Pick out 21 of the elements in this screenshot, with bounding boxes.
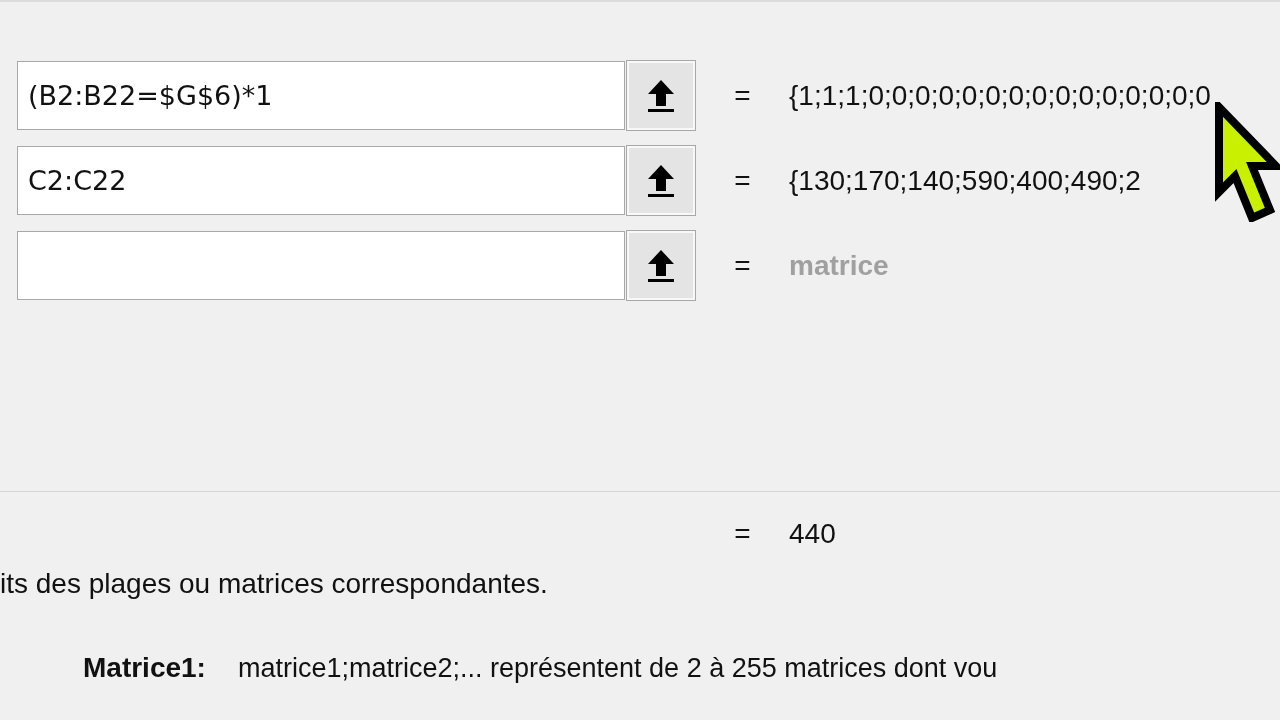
argument-result: {1;1;1;0;0;0;0;0;0;0;0;0;0;0;0;0;0;0	[789, 79, 1211, 112]
formula-result: 440	[789, 518, 836, 550]
up-arrow-icon	[646, 163, 676, 198]
equals-sign: =	[733, 249, 752, 282]
up-arrow-icon	[646, 78, 676, 113]
function-description: its des plages ou matrices correspondantes.	[0, 568, 549, 600]
argument-label: Matrice1:	[83, 652, 206, 684]
argument-field[interactable]	[17, 231, 625, 300]
mouse-pointer-icon	[1214, 102, 1280, 222]
argument-description: matrice1;matrice2;... représentent de 2 à 255 matrices dont vou	[237, 653, 998, 684]
equals-sign: =	[733, 164, 752, 197]
collapse-dialog-button[interactable]	[626, 230, 696, 301]
argument-result: matrice	[789, 249, 889, 282]
collapse-dialog-button[interactable]	[626, 60, 696, 131]
argument-result: {130;170;140;590;400;490;2	[789, 164, 1141, 197]
argument-field[interactable]: C2:C22	[17, 146, 625, 215]
collapse-dialog-button[interactable]	[626, 145, 696, 216]
argument-field[interactable]: (B2:B22=$G$6)*1	[17, 61, 625, 130]
up-arrow-icon	[646, 248, 676, 283]
equals-sign: =	[733, 518, 752, 550]
equals-sign: =	[733, 79, 752, 112]
